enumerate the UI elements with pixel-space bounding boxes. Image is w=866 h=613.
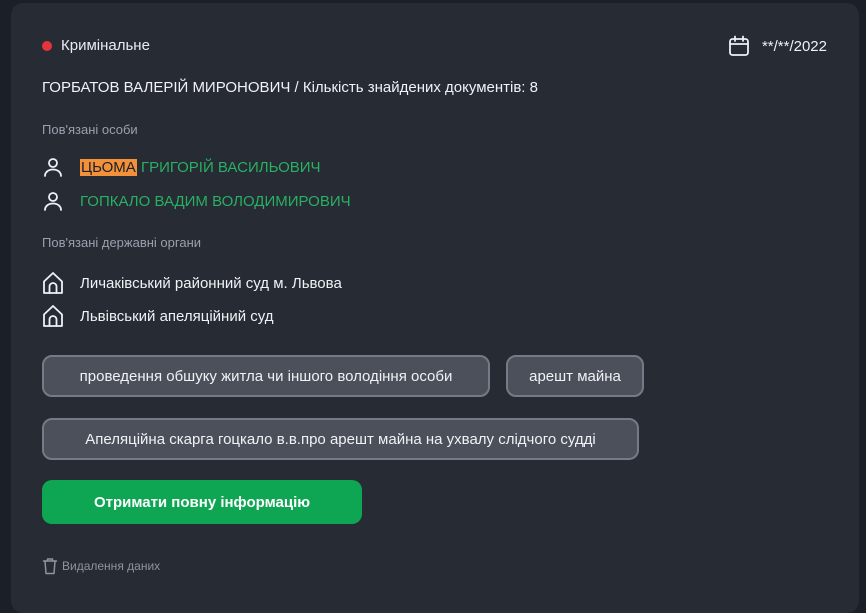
org-name[interactable]: Личаківський районний суд м. Львова	[80, 275, 342, 292]
person-name[interactable]: ЦЬОМА ГРИГОРІЙ ВАСИЛЬОВИЧ	[80, 158, 321, 176]
category-label: Кримінальне	[61, 37, 150, 54]
person-item[interactable]: ЦЬОМА ГРИГОРІЙ ВАСИЛЬОВИЧ	[42, 156, 321, 178]
person-name-rest: ГРИГОРІЙ ВАСИЛЬОВИЧ	[136, 158, 321, 176]
case-date: **/**/2022	[728, 35, 827, 57]
person-item[interactable]: ГОПКАЛО ВАДИМ ВОЛОДИМИРОВИЧ	[42, 190, 351, 212]
calendar-icon	[728, 35, 750, 57]
org-item[interactable]: Личаківський районний суд м. Львова	[42, 271, 342, 295]
related-orgs-label: Пов'язані державні органи	[42, 235, 202, 250]
delete-data-link[interactable]: Видалення даних	[42, 557, 160, 575]
tag-appeal-complaint[interactable]: Апеляційна скарга гоцкало в.в.про арешт …	[42, 418, 639, 460]
org-item[interactable]: Львівський апеляційний суд	[42, 304, 274, 328]
related-persons-label: Пов'язані особи	[42, 122, 138, 137]
person-name[interactable]: ГОПКАЛО ВАДИМ ВОЛОДИМИРОВИЧ	[80, 193, 351, 210]
person-icon	[42, 156, 64, 178]
date-text: **/**/2022	[761, 37, 827, 55]
trash-icon	[42, 557, 58, 575]
tag-search-residence[interactable]: проведення обшуку житла чи іншого володі…	[42, 355, 490, 397]
building-icon	[42, 304, 64, 328]
delete-data-label[interactable]: Видалення даних	[62, 559, 160, 573]
search-highlight: ЦЬОМА	[80, 158, 137, 176]
case-card: Кримінальне **/**/2022 ГОРБАТОВ ВАЛЕРІЙ …	[11, 3, 859, 613]
building-icon	[42, 271, 64, 295]
org-name[interactable]: Львівський апеляційний суд	[80, 308, 274, 325]
get-full-info-button[interactable]: Отримати повну інформацію	[42, 480, 362, 524]
case-title: ГОРБАТОВ ВАЛЕРІЙ МИРОНОВИЧ / Кількість з…	[42, 79, 538, 96]
status-dot	[42, 40, 52, 51]
person-icon	[42, 190, 64, 212]
case-category: Кримінальне	[42, 37, 150, 54]
tag-property-arrest[interactable]: арешт майна	[506, 355, 644, 397]
